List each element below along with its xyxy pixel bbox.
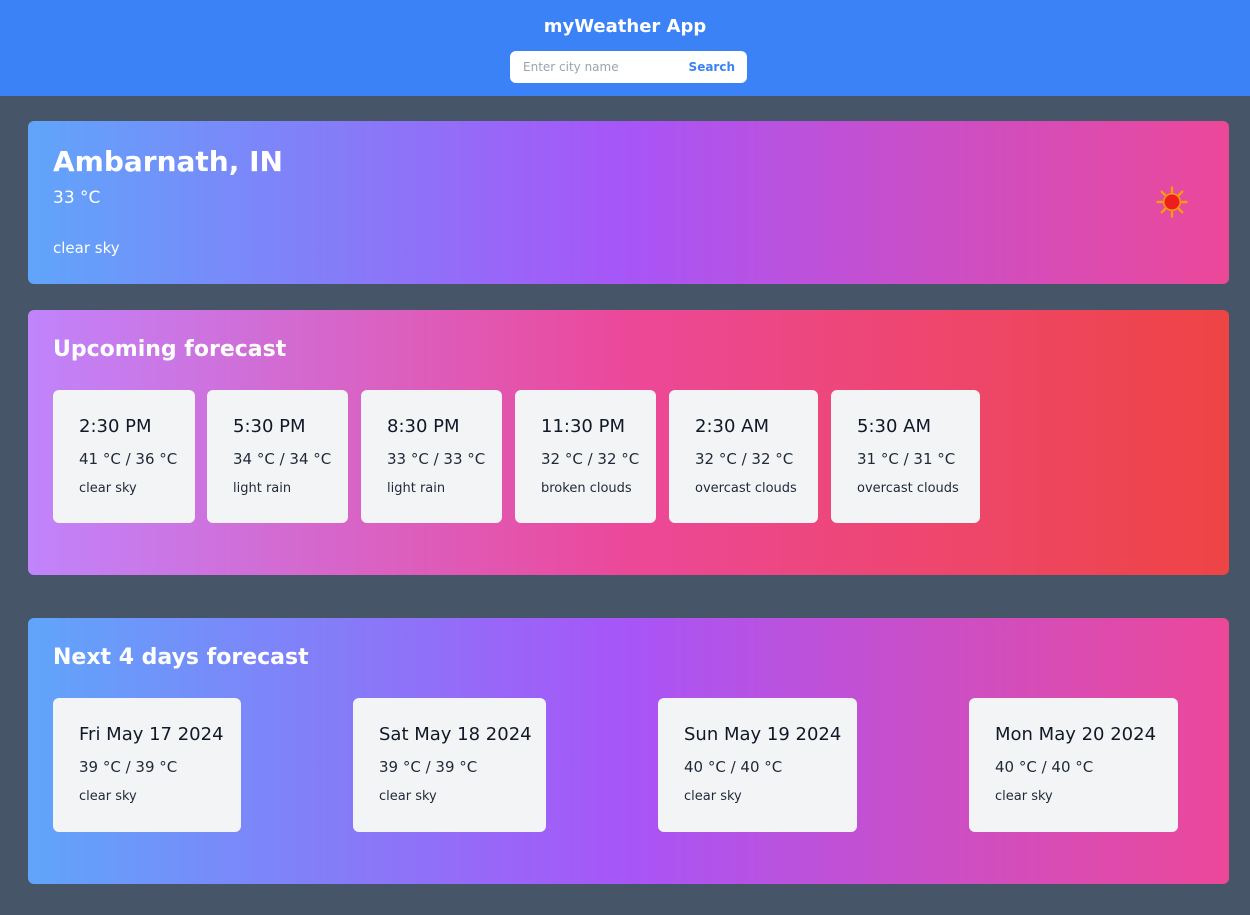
daily-forecast-title: Next 4 days forecast [53, 645, 309, 670]
forecast-time: 11:30 PM [541, 416, 625, 437]
current-temperature: 33 °C [53, 188, 101, 208]
daily-forecast-panel: Next 4 days forecast Fri May 17 2024 39 … [28, 618, 1229, 884]
forecast-description: overcast clouds [857, 481, 959, 496]
daily-forecast-card: Sun May 19 2024 40 °C / 40 °C clear sky [658, 698, 857, 832]
forecast-description: clear sky [995, 789, 1053, 804]
forecast-temperature: 39 °C / 39 °C [79, 758, 178, 776]
forecast-date: Sun May 19 2024 [684, 724, 842, 745]
forecast-time: 5:30 PM [233, 416, 306, 437]
search-bar: Search [510, 51, 747, 83]
hourly-forecast-card: 8:30 PM 33 °C / 33 °C light rain [361, 390, 502, 523]
upcoming-forecast-title: Upcoming forecast [53, 337, 287, 362]
current-description: clear sky [53, 239, 120, 257]
forecast-description: clear sky [79, 789, 137, 804]
forecast-time: 2:30 AM [695, 416, 769, 437]
forecast-temperature: 34 °C / 34 °C [233, 450, 332, 468]
forecast-description: overcast clouds [695, 481, 797, 496]
hourly-forecast-card: 2:30 AM 32 °C / 32 °C overcast clouds [669, 390, 818, 523]
forecast-date: Sat May 18 2024 [379, 724, 532, 745]
forecast-temperature: 40 °C / 40 °C [684, 758, 783, 776]
city-search-input[interactable] [518, 51, 683, 83]
forecast-temperature: 32 °C / 32 °C [541, 450, 640, 468]
forecast-description: clear sky [379, 789, 437, 804]
hourly-forecast-card: 2:30 PM 41 °C / 36 °C clear sky [53, 390, 195, 523]
search-button[interactable]: Search [689, 51, 735, 83]
app-title: myWeather App [543, 16, 707, 37]
daily-forecast-card: Fri May 17 2024 39 °C / 39 °C clear sky [53, 698, 241, 832]
forecast-temperature: 33 °C / 33 °C [387, 450, 486, 468]
forecast-description: clear sky [684, 789, 742, 804]
hourly-forecast-card: 5:30 AM 31 °C / 31 °C overcast clouds [831, 390, 980, 523]
upcoming-forecast-panel: Upcoming forecast 2:30 PM 41 °C / 36 °C … [28, 310, 1229, 575]
forecast-temperature: 41 °C / 36 °C [79, 450, 178, 468]
sun-icon [1156, 186, 1188, 218]
hourly-forecast-card: 5:30 PM 34 °C / 34 °C light rain [207, 390, 348, 523]
daily-forecast-card: Mon May 20 2024 40 °C / 40 °C clear sky [969, 698, 1178, 832]
forecast-time: 8:30 PM [387, 416, 460, 437]
hourly-forecast-card: 11:30 PM 32 °C / 32 °C broken clouds [515, 390, 656, 523]
forecast-description: broken clouds [541, 481, 632, 496]
forecast-time: 5:30 AM [857, 416, 931, 437]
forecast-temperature: 31 °C / 31 °C [857, 450, 956, 468]
daily-forecast-card: Sat May 18 2024 39 °C / 39 °C clear sky [353, 698, 546, 832]
city-name: Ambarnath, IN [53, 145, 283, 178]
forecast-temperature: 32 °C / 32 °C [695, 450, 794, 468]
forecast-temperature: 39 °C / 39 °C [379, 758, 478, 776]
forecast-date: Mon May 20 2024 [995, 724, 1157, 745]
forecast-date: Fri May 17 2024 [79, 724, 224, 745]
forecast-temperature: 40 °C / 40 °C [995, 758, 1094, 776]
app-header: myWeather App Search [0, 0, 1250, 96]
forecast-description: light rain [233, 481, 292, 496]
forecast-description: clear sky [79, 481, 137, 496]
current-weather-panel: Ambarnath, IN 33 °C clear sky [28, 121, 1229, 284]
forecast-time: 2:30 PM [79, 416, 152, 437]
forecast-description: light rain [387, 481, 446, 496]
